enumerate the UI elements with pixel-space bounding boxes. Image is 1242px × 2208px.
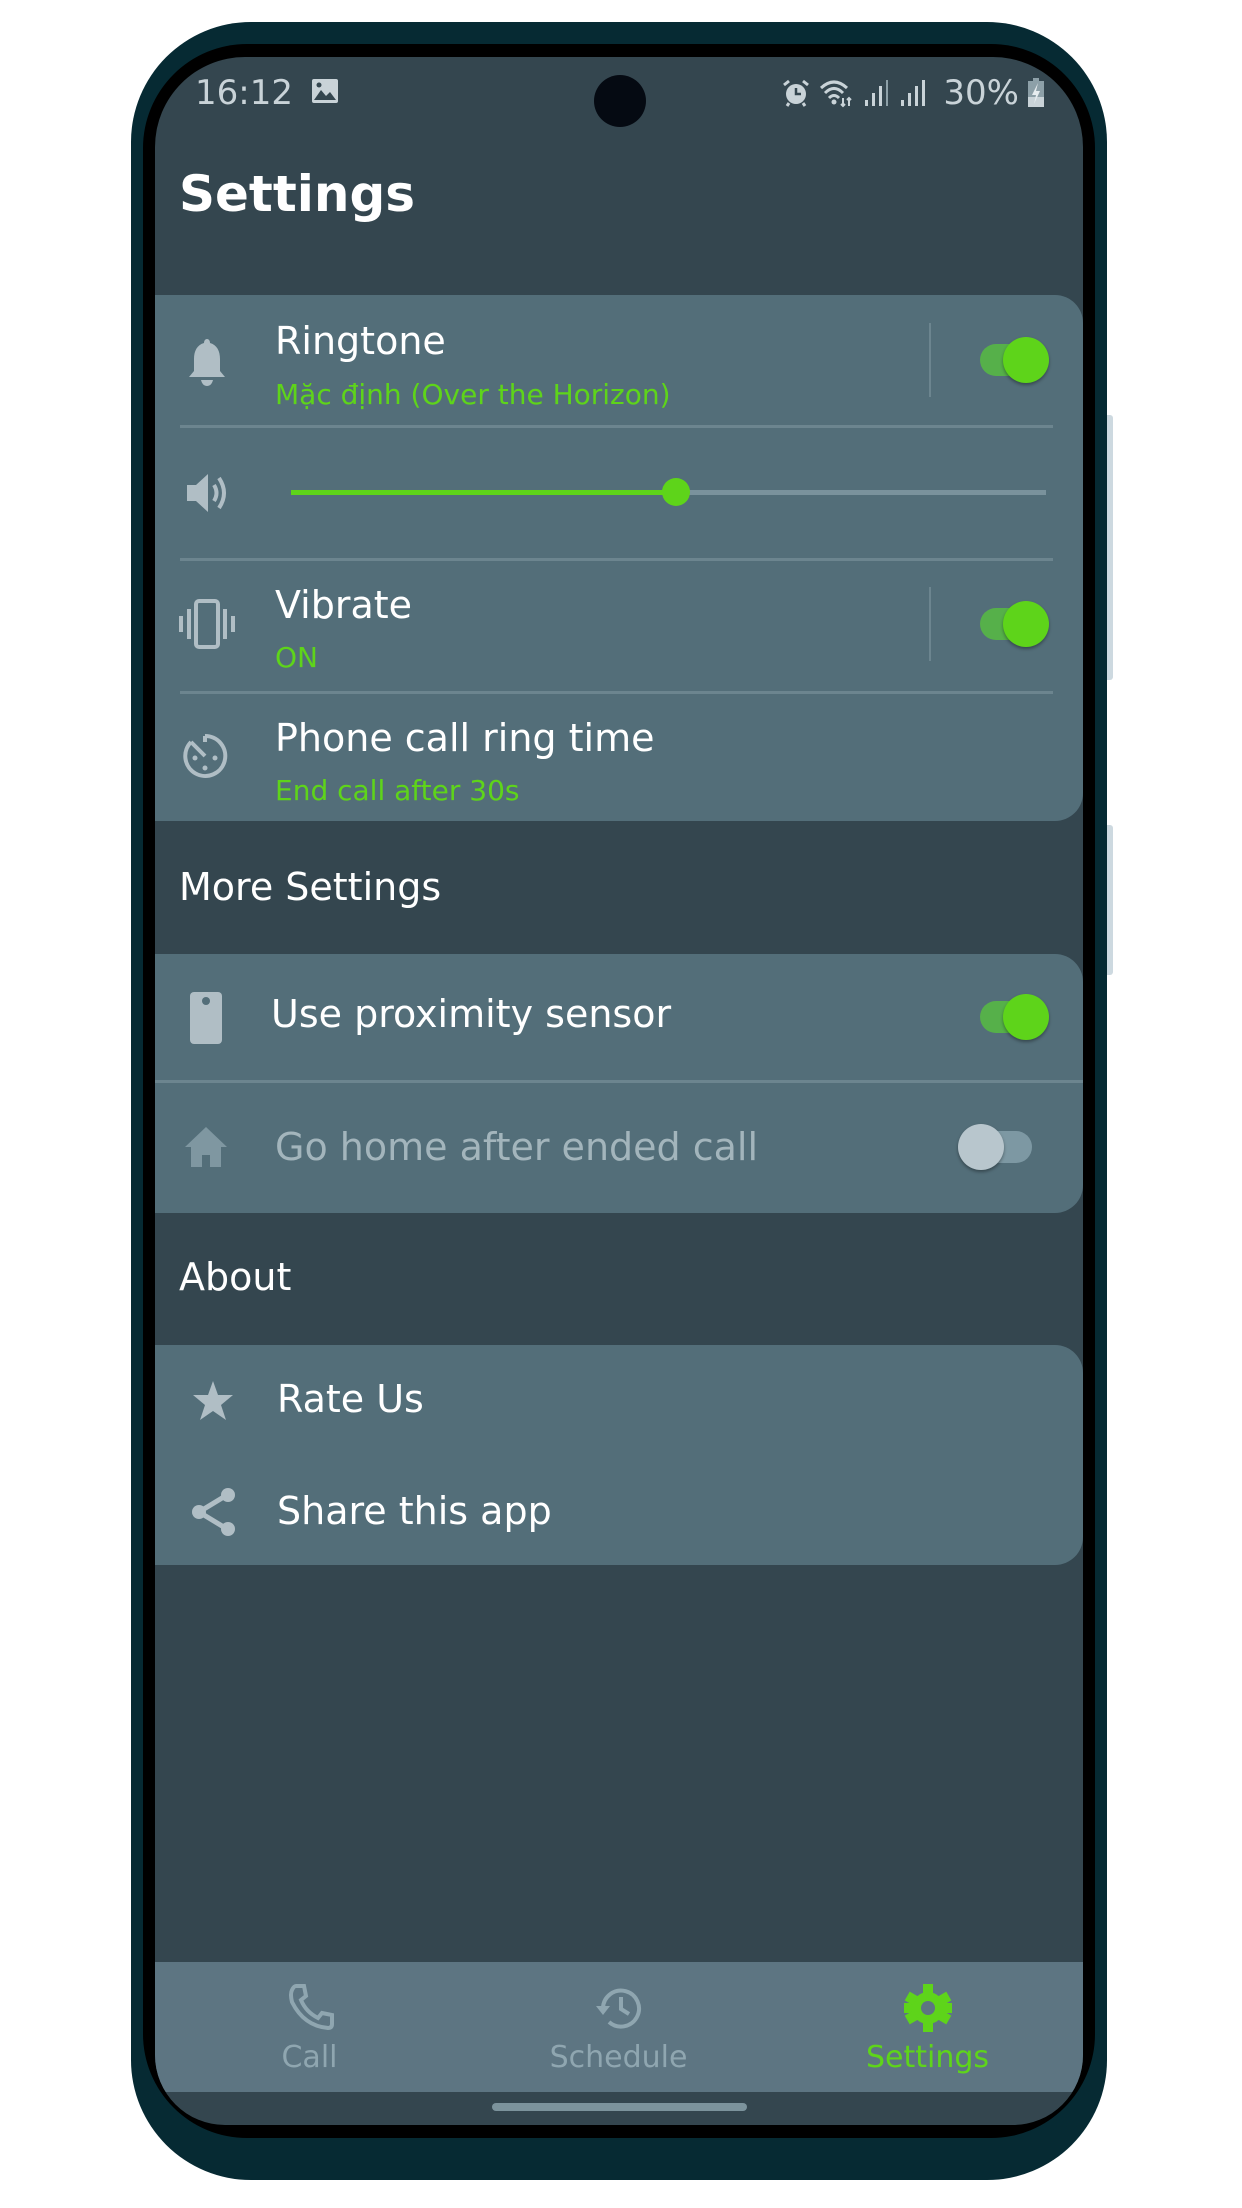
home-icon	[183, 1125, 229, 1173]
volume-icon	[183, 468, 231, 522]
phone-icon	[284, 1982, 336, 2034]
nav-settings[interactable]: Settings	[773, 1962, 1082, 2092]
ringtone-subtitle: Mặc định (Over the Horizon)	[275, 378, 671, 411]
history-icon	[593, 1982, 645, 2034]
volume-button	[1107, 415, 1113, 680]
battery-percent: 30%	[943, 73, 1019, 113]
ringtone-card: Ringtone Mặc định (Over the Horizon) Vib	[155, 295, 1083, 821]
phone-sensor-icon	[189, 991, 223, 1049]
power-button	[1107, 825, 1113, 975]
toggle-thumb	[1003, 337, 1049, 383]
ring-time-subtitle: End call after 30s	[275, 774, 520, 807]
bottom-nav: Call Schedule Settings	[155, 1962, 1083, 2092]
ringtone-toggle[interactable]	[975, 335, 1055, 385]
ringtone-title: Ringtone	[275, 319, 446, 363]
go-home-label: Go home after ended call	[275, 1125, 759, 1169]
vertical-divider	[929, 587, 931, 661]
proximity-toggle[interactable]	[975, 992, 1055, 1042]
gallery-icon	[311, 73, 339, 113]
toggle-thumb	[1003, 601, 1049, 647]
wifi-icon	[819, 78, 855, 108]
slider-thumb[interactable]	[662, 478, 691, 506]
volume-slider[interactable]	[291, 472, 1046, 512]
go-home-row[interactable]: Go home after ended call	[155, 1083, 1083, 1213]
page-title: Settings	[179, 165, 416, 223]
vibrate-title: Vibrate	[275, 583, 413, 627]
front-camera	[594, 75, 646, 127]
screen: 16:12 30% Settings Ringtone Mặc định (Ov…	[155, 57, 1083, 2125]
rate-us-item[interactable]: Rate Us	[155, 1345, 1083, 1455]
status-bar-left: 16:12	[195, 71, 339, 115]
about-card: Rate Us Share this app	[155, 1345, 1083, 1565]
star-icon	[191, 1379, 235, 1427]
toggle-thumb	[958, 1124, 1004, 1170]
ring-time-title: Phone call ring time	[275, 716, 655, 760]
nav-settings-label: Settings	[865, 2040, 990, 2075]
nav-schedule-label: Schedule	[549, 2040, 688, 2075]
timer-icon	[181, 732, 229, 784]
share-item[interactable]: Share this app	[155, 1455, 1083, 1565]
home-indicator[interactable]	[492, 2103, 747, 2111]
vertical-divider	[929, 323, 931, 397]
signal-icon	[899, 78, 927, 108]
status-time: 16:12	[195, 73, 293, 113]
nav-call-label: Call	[281, 2040, 338, 2075]
toggle-thumb	[1003, 994, 1049, 1040]
alarm-icon	[781, 78, 811, 108]
section-more-settings: More Settings	[179, 865, 442, 909]
share-label: Share this app	[277, 1489, 552, 1533]
rate-us-label: Rate Us	[277, 1377, 424, 1421]
bell-icon	[185, 335, 229, 393]
nav-call[interactable]: Call	[155, 1962, 464, 2092]
ring-time-row[interactable]: Phone call ring time End call after 30s	[155, 694, 1083, 821]
more-settings-card: Use proximity sensor Go home after ended…	[155, 954, 1083, 1213]
vibrate-subtitle: ON	[275, 641, 318, 674]
signal-icon	[863, 78, 891, 108]
go-home-toggle[interactable]	[958, 1122, 1038, 1172]
section-about: About	[179, 1255, 292, 1299]
ringtone-row[interactable]: Ringtone Mặc định (Over the Horizon)	[155, 295, 1083, 425]
slider-fill	[291, 490, 677, 495]
nav-schedule[interactable]: Schedule	[464, 1962, 773, 2092]
proximity-row[interactable]: Use proximity sensor	[155, 954, 1083, 1080]
gear-icon	[902, 1982, 954, 2034]
vibrate-icon	[177, 597, 237, 655]
share-icon	[191, 1487, 237, 1541]
vibrate-toggle[interactable]	[975, 599, 1055, 649]
proximity-label: Use proximity sensor	[271, 992, 672, 1036]
status-bar-right: 30%	[781, 71, 1045, 115]
vibrate-row[interactable]: Vibrate ON	[155, 561, 1083, 691]
battery-charging-icon	[1027, 78, 1045, 108]
